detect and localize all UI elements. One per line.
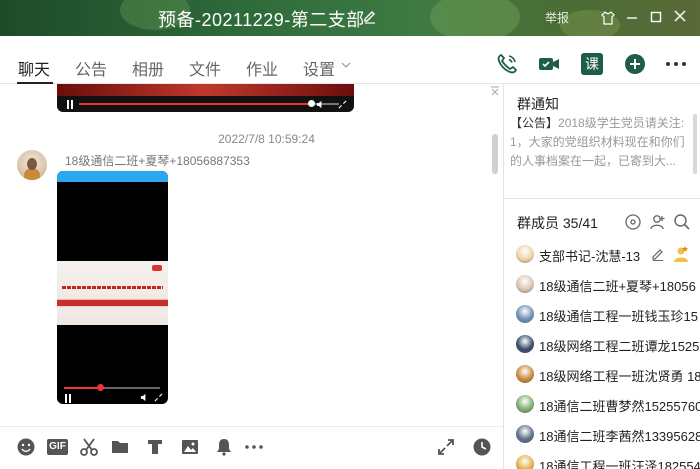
tab-files[interactable]: 文件 xyxy=(189,56,221,80)
avatar[interactable] xyxy=(17,150,47,180)
video-frame xyxy=(57,84,354,96)
video-progress-knob[interactable] xyxy=(308,100,315,107)
member-row[interactable]: 18通信二班曹梦然15255760 xyxy=(504,393,700,417)
avatar[interactable] xyxy=(516,365,534,383)
video-progress-knob[interactable] xyxy=(97,384,104,391)
video-frame-text xyxy=(62,286,163,289)
add-member-icon[interactable] xyxy=(649,213,667,231)
gif-icon[interactable]: GIF xyxy=(47,439,68,455)
volume-icon[interactable] xyxy=(316,100,325,109)
message-timestamp: 2022/7/8 10:59:24 xyxy=(218,132,315,146)
avatar[interactable] xyxy=(516,335,534,353)
right-panel: 群通知 【公告】2018级学生党员请关注: 1，大家的党组织材料现在和你们的人事… xyxy=(503,84,700,469)
member-name: 支部书记-沈慧-13 xyxy=(539,249,641,264)
expand-icon[interactable] xyxy=(436,437,456,457)
search-icon[interactable] xyxy=(673,213,691,231)
member-name: 18级通信工程一班钱玉珍15 xyxy=(539,309,698,324)
member-row[interactable]: 18通信二班李茜然13395628 xyxy=(504,423,700,447)
volume-icon[interactable] xyxy=(140,393,149,402)
pause-icon[interactable] xyxy=(66,100,74,109)
emoji-icon[interactable] xyxy=(16,437,36,457)
report-button[interactable]: 举报 xyxy=(545,9,569,27)
member-row[interactable]: 支部书记-沈慧-13 xyxy=(504,243,700,267)
tab-album[interactable]: 相册 xyxy=(132,56,164,80)
title-bar: 预备-20211229-第二支部 举报 xyxy=(0,0,700,42)
tab-chat[interactable]: 聊天 xyxy=(18,56,50,80)
scissors-icon[interactable] xyxy=(79,437,99,457)
avatar[interactable] xyxy=(516,305,534,323)
divider xyxy=(504,198,700,199)
pause-icon[interactable] xyxy=(64,394,72,403)
member-name: 18通信二班曹梦然15255760 xyxy=(539,399,700,414)
input-toolbar: GIF xyxy=(0,426,503,469)
more-icon[interactable] xyxy=(664,52,688,76)
window-title: 预备-20211229-第二支部 xyxy=(158,10,365,30)
chevron-down-icon[interactable] xyxy=(341,60,351,70)
image-icon[interactable] xyxy=(180,437,200,457)
avatar[interactable] xyxy=(516,275,534,293)
member-row[interactable]: 18级网络工程二班谭龙1525 xyxy=(504,333,700,357)
skin-icon[interactable] xyxy=(600,9,616,27)
doc-icon[interactable] xyxy=(145,437,165,457)
tab-settings[interactable]: 设置 xyxy=(303,56,335,80)
video-progress-fill xyxy=(64,387,100,389)
notice-tag: 【公告】 xyxy=(510,116,559,130)
edit-title-icon[interactable] xyxy=(362,9,378,25)
class-icon[interactable]: 课 xyxy=(581,53,603,75)
member-name: 18级通信二班+夏琴+18056 xyxy=(539,279,696,294)
minimize-icon[interactable] xyxy=(624,8,640,26)
avatar-head xyxy=(27,158,37,170)
tab-announcement[interactable]: 公告 xyxy=(75,56,107,80)
fullscreen-icon[interactable] xyxy=(338,100,347,109)
member-name: 18通信工程一班汪泽182554 xyxy=(539,459,700,469)
more-icon[interactable] xyxy=(244,437,264,457)
sender-name: 18级通信二班+夏琴+18056887353 xyxy=(65,154,250,168)
group-notice-body[interactable]: 【公告】2018级学生党员请关注: 1，大家的党组织材料现在和你们的人事档案在一… xyxy=(510,114,696,171)
chat-area: 2022/7/8 10:59:24 18级通信二班+夏琴+18056887353 xyxy=(0,84,503,426)
group-notice-title[interactable]: 群通知 xyxy=(517,94,559,114)
history-icon[interactable] xyxy=(472,437,492,457)
avatar[interactable] xyxy=(516,245,534,263)
collapse-icon[interactable] xyxy=(490,86,500,96)
member-row[interactable]: 18级通信工程一班钱玉珍15 xyxy=(504,303,700,327)
notice-scrollbar[interactable] xyxy=(693,114,697,174)
video-top-strip xyxy=(57,171,168,182)
notice-line-2: 1，大家的党组织材料现在和你们的人事档案在一起，已寄到大... xyxy=(510,135,685,168)
avatar[interactable] xyxy=(516,425,534,443)
member-row[interactable]: 18通信工程一班汪泽182554 xyxy=(504,453,700,469)
members-title: 群成员 35/41 xyxy=(517,215,598,231)
fullscreen-icon[interactable] xyxy=(154,393,163,402)
bell-icon[interactable] xyxy=(214,437,234,457)
video-message[interactable] xyxy=(57,84,354,112)
maximize-icon[interactable] xyxy=(648,8,664,26)
phone-call-icon[interactable] xyxy=(495,52,519,76)
video-call-icon[interactable] xyxy=(537,52,561,76)
video-frame-logo xyxy=(152,265,162,271)
close-icon[interactable] xyxy=(672,7,688,25)
video-message[interactable] xyxy=(57,171,168,404)
folder-icon[interactable] xyxy=(110,437,130,457)
member-name: 18级网络工程一班沈贤勇 18 xyxy=(539,369,700,384)
member-name: 18通信二班李茜然13395628 xyxy=(539,429,700,444)
member-row[interactable]: 18级网络工程一班沈贤勇 18 xyxy=(504,363,700,387)
video-progress-fill xyxy=(79,103,311,105)
member-row[interactable]: 18级通信二班+夏琴+18056 xyxy=(504,273,700,297)
video-frame xyxy=(57,261,168,325)
add-icon[interactable] xyxy=(623,52,647,76)
avatar[interactable] xyxy=(516,395,534,413)
member-manage-icon[interactable] xyxy=(624,213,642,231)
tab-homework[interactable]: 作业 xyxy=(246,56,278,80)
tab-bar: 聊天 公告 相册 文件 作业 设置 课 xyxy=(0,36,700,84)
member-name: 18级网络工程二班谭龙1525 xyxy=(539,339,700,354)
notice-line-1: 2018级学生党员请关注: xyxy=(558,116,685,130)
avatar[interactable] xyxy=(516,455,534,469)
